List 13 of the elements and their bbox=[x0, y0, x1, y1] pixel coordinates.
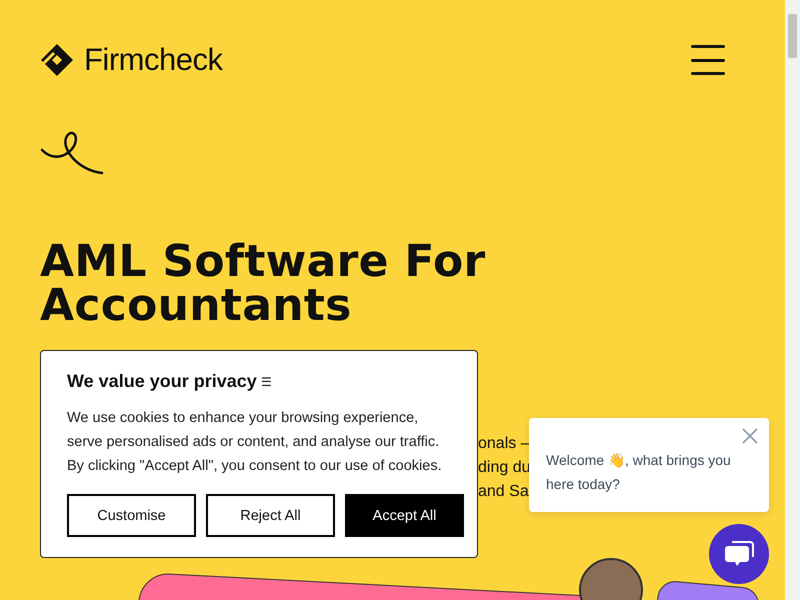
banner-message: We use cookies to enhance your browsing experience, serve personalised ads or content, and analyse our traffic. By clicking "Accept All", you consent to our use of cookies. bbox=[67, 409, 443, 476]
chat-message: Welcome 👋, what brings you here today? bbox=[546, 451, 732, 494]
logo-icon bbox=[40, 43, 74, 77]
cookie-button[interactable]: Reject All bbox=[206, 494, 335, 537]
title-glyph: ☰ bbox=[260, 374, 272, 388]
accept-button[interactable]: Accept All bbox=[345, 494, 464, 537]
cookie-button[interactable]: Customise bbox=[67, 494, 196, 537]
menu-button[interactable] bbox=[691, 45, 725, 75]
page-heading: AML Software For Accountants bbox=[40, 240, 486, 328]
close-icon bbox=[742, 428, 758, 444]
hero-text: and Sa bbox=[478, 482, 529, 502]
banner-title: We value your privacy bbox=[67, 371, 257, 392]
brand-name: Firmcheck bbox=[84, 42, 222, 78]
